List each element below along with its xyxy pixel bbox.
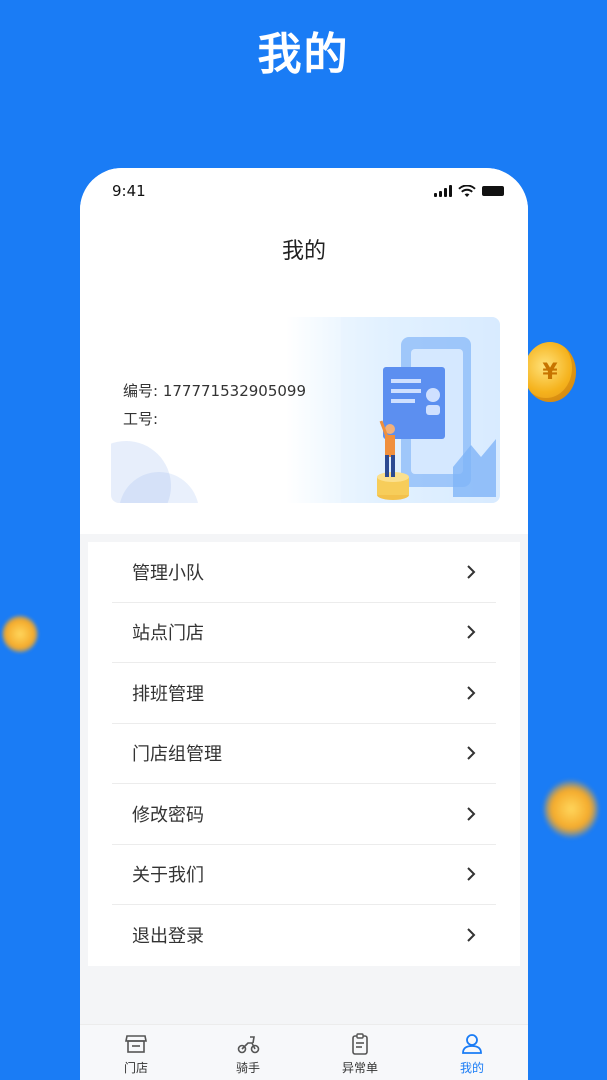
battery-icon (482, 186, 504, 196)
member-number-value: 177771532905099 (162, 382, 306, 400)
tab-label: 我的 (459, 1061, 484, 1075)
tab-label: 门店 (123, 1061, 148, 1075)
scooter-icon (237, 1036, 260, 1054)
menu-item-label: 门店组管理 (132, 744, 222, 766)
profile-card: 编号: 177771532905099 工号: (111, 317, 500, 503)
promo-title: 我的 (257, 29, 350, 80)
tab-bar: 门店 骑手 异常单 我的 (80, 1024, 528, 1080)
chevron-right-icon (467, 565, 476, 579)
menu-item-label: 排班管理 (132, 683, 204, 705)
member-number-row: 编号: 177771532905099 (123, 377, 306, 405)
tab-riders[interactable]: 骑手 (208, 1033, 288, 1080)
menu-item-schedule[interactable]: 排班管理 (112, 663, 496, 724)
tab-mine[interactable]: 我的 (432, 1033, 512, 1080)
status-bar: 9:41 (80, 168, 528, 214)
menu-item-change-password[interactable]: 修改密码 (112, 784, 496, 845)
menu-item-label: 站点门店 (132, 623, 204, 645)
employee-id-row: 工号: (123, 405, 306, 433)
chevron-right-icon (467, 807, 476, 821)
tab-exceptions[interactable]: 异常单 (320, 1033, 400, 1080)
tab-label: 异常单 (341, 1061, 378, 1075)
menu-list: 管理小队 站点门店 排班管理 门店组管理 修改密码 关于我们 退出登录 (88, 542, 520, 966)
coin-icon (544, 780, 598, 838)
menu-item-store-groups[interactable]: 门店组管理 (112, 724, 496, 784)
chevron-right-icon (467, 746, 476, 760)
chevron-right-icon (467, 686, 476, 700)
status-time: 9:41 (112, 182, 146, 200)
clipboard-icon (352, 1033, 368, 1055)
wifi-icon (458, 184, 476, 197)
menu-item-label: 管理小队 (132, 562, 204, 584)
menu-item-about-us[interactable]: 关于我们 (112, 845, 496, 905)
employee-id-label: 工号: (123, 410, 159, 428)
menu-item-site-stores[interactable]: 站点门店 (112, 603, 496, 663)
user-icon (462, 1034, 482, 1054)
profile-illustration (341, 317, 500, 503)
chevron-right-icon (467, 928, 476, 942)
menu-item-label: 关于我们 (132, 865, 204, 887)
coin-icon: ¥ (524, 342, 576, 402)
chevron-right-icon (467, 867, 476, 881)
signal-icon (434, 185, 452, 197)
tab-label: 骑手 (235, 1061, 260, 1075)
member-number-label: 编号: (123, 382, 159, 400)
menu-item-manage-team[interactable]: 管理小队 (112, 542, 496, 603)
chevron-right-icon (467, 625, 476, 639)
tab-stores[interactable]: 门店 (96, 1033, 176, 1080)
store-icon (125, 1035, 147, 1053)
menu-item-label: 修改密码 (132, 804, 204, 826)
phone-frame: 9:41 我的 编号: 177771532905099 工号: 管理小队 站点门… (80, 168, 528, 1080)
menu-item-logout[interactable]: 退出登录 (112, 905, 496, 966)
coin-icon (2, 615, 38, 653)
page-title: 我的 (281, 239, 326, 264)
menu-item-label: 退出登录 (132, 926, 204, 948)
